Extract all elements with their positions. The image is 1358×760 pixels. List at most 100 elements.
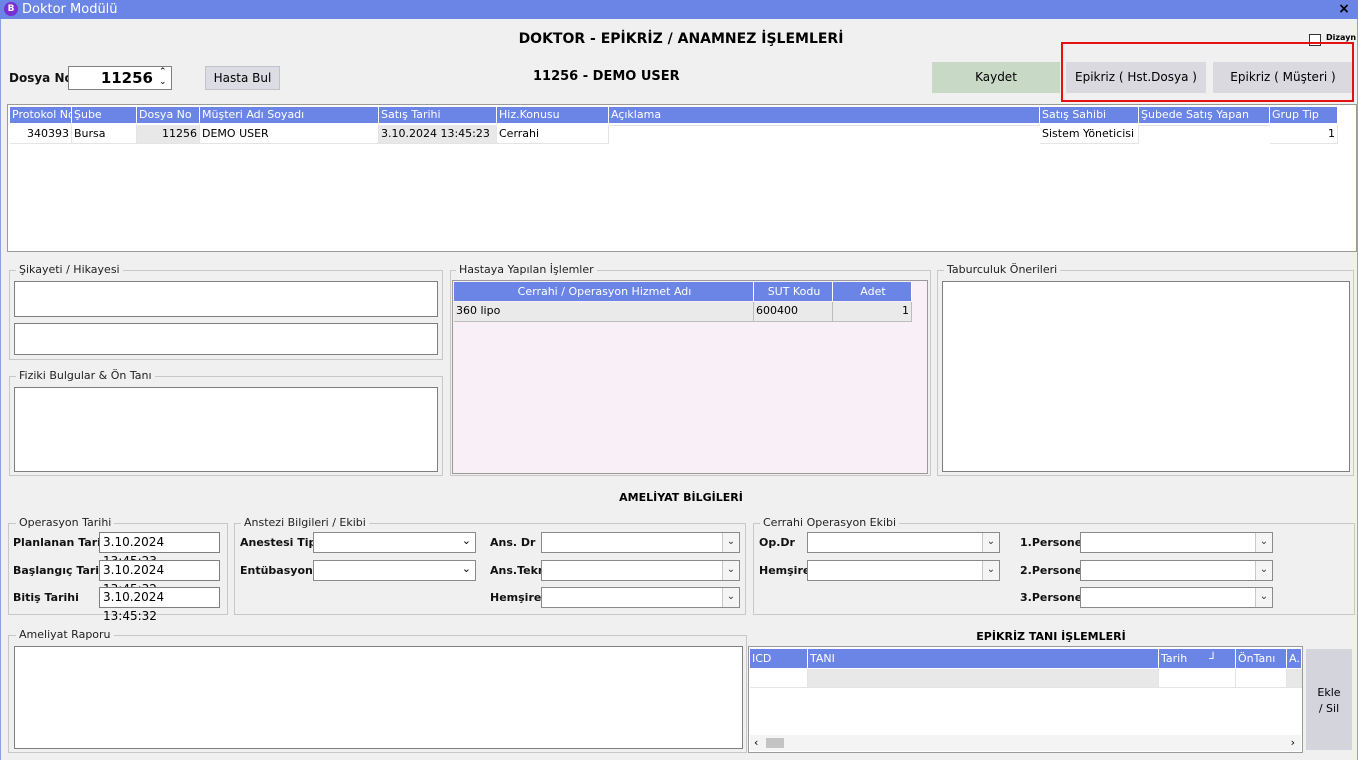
cell-branch-seller xyxy=(1139,125,1270,126)
col-header-qty[interactable]: Adet xyxy=(833,282,912,301)
chevron-down-icon[interactable]: ⌄ xyxy=(722,561,739,580)
chevron-down-icon: ⌄ xyxy=(461,534,471,547)
report-input[interactable] xyxy=(14,646,743,749)
cell-service-name[interactable]: 360 lipo xyxy=(454,302,754,322)
personnel-3-select[interactable]: ⌄ xyxy=(1080,587,1273,608)
chevron-down-icon[interactable]: ⌄ xyxy=(982,533,999,552)
col-header-description[interactable]: Açıklama xyxy=(609,107,1040,123)
start-date-label: Başlangıç Tarihi xyxy=(13,564,111,577)
spinner-icon[interactable]: ⌃ ⌄ xyxy=(159,67,167,87)
scrollbar-thumb[interactable] xyxy=(766,738,784,748)
op-dates-label: Operasyon Tarihi xyxy=(16,516,115,529)
col-header-protocol[interactable]: Protokol No xyxy=(10,107,72,123)
cell-icd xyxy=(750,669,808,688)
chevron-down-icon[interactable]: ⌄ xyxy=(722,533,739,552)
save-button[interactable]: Kaydet xyxy=(932,62,1060,93)
col-header-diagnosis[interactable]: TANI xyxy=(808,649,1159,668)
chevron-down-icon: ⌄ xyxy=(461,562,471,575)
col-header-service-name[interactable]: Cerrahi / Operasyon Hizmet Adı xyxy=(454,282,754,301)
col-header-sale-date[interactable]: Satış Tarihi xyxy=(379,107,497,123)
surgery-title: AMELİYAT BİLGİLERİ xyxy=(619,491,743,504)
anesthesia-type-select[interactable]: ⌄ xyxy=(313,532,476,553)
app-logo-icon: B xyxy=(4,2,18,16)
chevron-right-icon[interactable]: › xyxy=(1291,735,1295,751)
personnel-1-select[interactable]: ⌄ xyxy=(1080,532,1273,553)
physical-label: Fiziki Bulgular & Ön Tanı xyxy=(16,369,155,382)
sales-grid[interactable]: Protokol No Şube Dosya No Müşteri Adı So… xyxy=(7,104,1357,252)
discharge-input[interactable] xyxy=(942,281,1350,472)
anesthesia-dr-label: Ans. Dr xyxy=(490,536,536,549)
table-row[interactable]: 340393 Bursa 11256 DEMO USER 3.10.2024 1… xyxy=(10,125,1340,145)
procedures-grid[interactable]: Cerrahi / Operasyon Hizmet Adı SUT Kodu … xyxy=(452,280,928,474)
complaint-label: Şikayeti / Hikayesi xyxy=(16,263,123,276)
col-header-file-no[interactable]: Dosya No xyxy=(137,107,200,123)
diagnosis-title: EPİKRİZ TANI İŞLEMLERİ xyxy=(976,630,1126,643)
col-header-sut-code[interactable]: SUT Kodu xyxy=(754,282,833,301)
cell-date xyxy=(1159,669,1236,688)
personnel-2-label: 2.Personel xyxy=(1020,564,1086,577)
cell-diagnosis xyxy=(808,669,1159,688)
col-header-icd[interactable]: ICD xyxy=(750,649,808,668)
design-label: Dizayn xyxy=(1326,33,1357,42)
close-icon[interactable]: × xyxy=(1332,0,1356,19)
chevron-left-icon[interactable]: ‹ xyxy=(754,735,758,751)
col-header-service[interactable]: Hiz.Konusu xyxy=(497,107,609,123)
chevron-down-icon[interactable]: ⌄ xyxy=(982,561,999,580)
cell-protocol: 340393 xyxy=(10,125,72,144)
cell-a xyxy=(1287,669,1302,688)
cell-sales-owner: Sistem Yöneticisi xyxy=(1040,125,1139,144)
history-input[interactable] xyxy=(14,323,438,355)
cell-group-type: 1 xyxy=(1270,125,1338,144)
report-label: Ameliyat Raporu xyxy=(16,628,114,641)
intubation-label: Entübasyon xyxy=(240,564,313,577)
chevron-down-icon[interactable]: ⌄ xyxy=(1255,588,1272,607)
highlight-box xyxy=(1061,42,1354,102)
table-row[interactable] xyxy=(750,669,1302,688)
col-header-customer[interactable]: Müşteri Adı Soyadı xyxy=(200,107,379,123)
cell-description xyxy=(609,125,1040,126)
col-header-group-type[interactable]: Grup Tip xyxy=(1270,107,1338,123)
cell-sut-code[interactable]: 600400 xyxy=(754,302,833,322)
chevron-down-icon[interactable]: ⌄ xyxy=(1255,533,1272,552)
anesthesia-label: Anstezi Bilgileri / Ekibi xyxy=(241,516,369,529)
anesthesia-nurse-select[interactable]: ⌄ xyxy=(541,587,740,608)
sales-grid-header: Protokol No Şube Dosya No Müşteri Adı So… xyxy=(10,107,1340,124)
cell-qty[interactable]: 1 xyxy=(833,302,912,322)
find-patient-button[interactable]: Hasta Bul xyxy=(205,66,280,90)
col-header-branch-seller[interactable]: Şubede Satış Yapan xyxy=(1139,107,1270,123)
chevron-down-icon[interactable]: ⌄ xyxy=(1255,561,1272,580)
op-dr-label: Op.Dr xyxy=(759,536,795,549)
op-dr-select[interactable]: ⌄ xyxy=(807,532,1000,553)
anesthesia-type-label: Anestesi Tipi xyxy=(240,536,321,549)
patient-info: 11256 - DEMO USER xyxy=(533,69,680,84)
team-nurse-label: Hemşire xyxy=(759,564,811,577)
team-nurse-select[interactable]: ⌄ xyxy=(807,560,1000,581)
col-header-a[interactable]: A.. xyxy=(1287,649,1302,668)
end-date-input[interactable]: 3.10.2024 13:45:32 xyxy=(99,587,220,623)
start-date-input[interactable]: 3.10.2024 13:45:32 xyxy=(99,560,220,596)
discharge-label: Taburculuk Önerileri xyxy=(944,263,1061,276)
cell-service: Cerrahi xyxy=(497,125,609,144)
col-header-sales-owner[interactable]: Satış Sahibi xyxy=(1040,107,1139,123)
file-no-value: 11256 xyxy=(100,69,153,87)
planned-date-label: Planlanan Tarih xyxy=(13,536,109,549)
planned-date-input[interactable]: 3.10.2024 13:45:23 xyxy=(99,532,220,568)
col-header-pre-diagnosis[interactable]: ÖnTanı xyxy=(1236,649,1287,668)
personnel-2-select[interactable]: ⌄ xyxy=(1080,560,1273,581)
anesthesia-nurse-label: Hemşire xyxy=(490,591,542,604)
anesthesia-dr-select[interactable]: ⌄ xyxy=(541,532,740,553)
file-no-input[interactable]: 11256 ⌃ ⌄ xyxy=(68,66,172,90)
col-header-branch[interactable]: Şube xyxy=(72,107,137,123)
sort-icon[interactable]: ⅃ xyxy=(1209,651,1215,662)
intubation-select[interactable]: ⌄ xyxy=(313,560,476,581)
horizontal-scrollbar[interactable]: ‹ › xyxy=(750,735,1301,751)
col-header-date[interactable]: Tarih xyxy=(1159,649,1236,668)
complaint-input[interactable] xyxy=(14,281,438,317)
cell-customer: DEMO USER xyxy=(200,125,379,144)
diagnosis-grid[interactable]: ICD TANI Tarih ⅃ ÖnTanı A.. ‹ › xyxy=(748,646,1303,753)
chevron-down-icon[interactable]: ⌄ xyxy=(722,588,739,607)
physical-input[interactable] xyxy=(14,387,438,472)
anesthesia-tech-select[interactable]: ⌄ xyxy=(541,560,740,581)
procedures-label: Hastaya Yapılan İşlemler xyxy=(456,263,597,276)
add-remove-button[interactable]: Ekle / Sil xyxy=(1306,649,1352,750)
